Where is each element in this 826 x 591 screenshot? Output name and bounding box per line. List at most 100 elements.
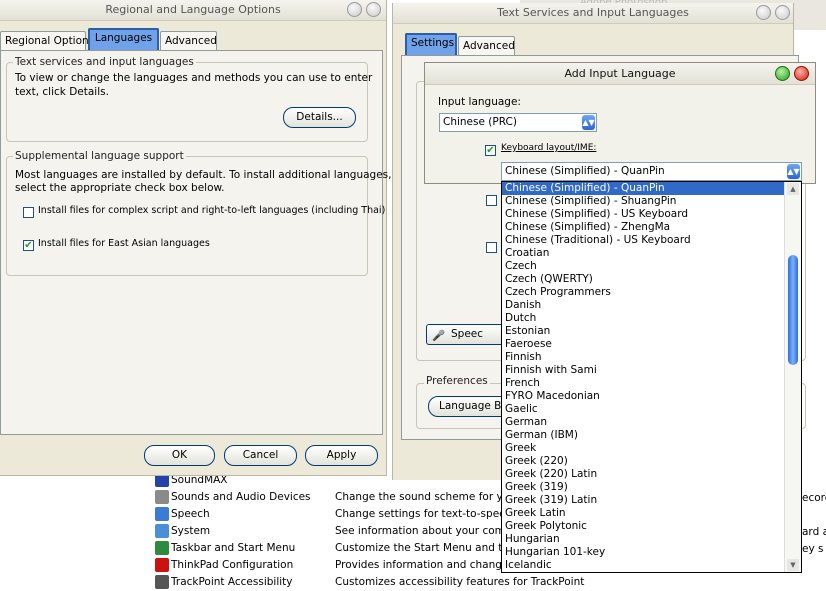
- thinkpad-icon: [155, 558, 169, 572]
- dropdown-option[interactable]: Greek (319): [502, 481, 785, 494]
- dropdown-option[interactable]: German (IBM): [502, 429, 785, 442]
- dropdown-option[interactable]: Greek Latin: [502, 507, 785, 520]
- control-panel-item-description: Change settings for text-to-speech: [335, 508, 519, 520]
- cp-fragment-3: ey s: [802, 543, 824, 555]
- dropdown-option[interactable]: Chinese (Simplified) - ShuangPin: [502, 195, 785, 208]
- preferences-label: Preferences: [424, 375, 490, 387]
- tab-regional-options[interactable]: Regional Options: [0, 31, 94, 51]
- control-panel-item-description: Customizes accessibility features for Tr…: [335, 576, 585, 588]
- ok-button[interactable]: OK: [144, 445, 215, 466]
- dropdown-option[interactable]: Greek (319) Latin: [502, 494, 785, 507]
- dropdown-option[interactable]: Faeroese: [502, 338, 785, 351]
- keyboard-layout-arrow-icon[interactable]: ▲▼: [787, 164, 800, 179]
- tab-languages[interactable]: Languages: [88, 28, 159, 52]
- cp-fragment-1: ecordi: [802, 492, 826, 504]
- system-icon: [155, 524, 169, 538]
- dropdown-option[interactable]: Hungarian 101-key: [502, 546, 785, 559]
- ts-close-button[interactable]: [775, 5, 790, 20]
- input-language-label: Input language:: [438, 96, 521, 108]
- taskbar-icon: [155, 541, 169, 555]
- scroll-down-arrow-icon[interactable]: ▼: [787, 559, 799, 571]
- ts-checkbox-2[interactable]: [486, 242, 497, 253]
- dropdown-option[interactable]: Estonian: [502, 325, 785, 338]
- dropdown-option[interactable]: Finnish: [502, 351, 785, 364]
- supplemental-desc-1: Most languages are installed by default.…: [15, 169, 392, 181]
- maximize-button[interactable]: [775, 66, 790, 81]
- ts-minimize-button[interactable]: [756, 5, 771, 20]
- control-panel-item-name: TrackPoint Accessibility: [171, 576, 293, 588]
- add-input-language-dialog: Add Input Language Input language: Chine…: [424, 62, 816, 184]
- text-services-desc-2: text, click Details.: [15, 86, 109, 98]
- dropdown-option[interactable]: Chinese (Simplified) - ZhengMa: [502, 221, 785, 234]
- dropdown-option[interactable]: Czech: [502, 260, 785, 273]
- dropdown-option[interactable]: Greek (220) Latin: [502, 468, 785, 481]
- control-panel-item-name: Sounds and Audio Devices: [171, 491, 311, 503]
- dropdown-option[interactable]: Greek: [502, 442, 785, 455]
- scroll-thumb[interactable]: [788, 255, 798, 365]
- dropdown-option[interactable]: Croatian: [502, 247, 785, 260]
- dropdown-items: Chinese (Simplified) - QuanPin Chinese (S…: [502, 182, 785, 572]
- regional-titlebar[interactable]: Regional and Language Options: [0, 0, 386, 21]
- details-button[interactable]: Details...: [283, 107, 356, 128]
- supplemental-label: Supplemental language support: [13, 150, 186, 162]
- dropdown-option[interactable]: Finnish with Sami: [502, 364, 785, 377]
- input-language-value: Chinese (PRC): [443, 116, 517, 128]
- text-services-title: Text Services and Input Languages: [497, 6, 689, 19]
- dropdown-option[interactable]: Chinese (Simplified) - US Keyboard: [502, 208, 785, 221]
- regional-language-window: Regional and Language Options Regional O…: [0, 0, 391, 476]
- control-panel-item-description: Change the sound scheme for you: [335, 491, 516, 503]
- add-input-title: Add Input Language: [564, 67, 676, 80]
- complex-script-checkbox[interactable]: [23, 207, 34, 218]
- microphone-icon: 🎤: [432, 330, 446, 342]
- dropdown-option[interactable]: Hungarian: [502, 533, 785, 546]
- control-panel-item-name: ThinkPad Configuration: [171, 559, 294, 571]
- input-language-arrow-icon[interactable]: ▲▼: [582, 115, 595, 130]
- control-panel-item-description: See information about your compu: [335, 525, 519, 537]
- tab-settings[interactable]: Settings: [405, 33, 457, 57]
- regional-title: Regional and Language Options: [105, 3, 281, 16]
- dropdown-option[interactable]: Danish: [502, 299, 785, 312]
- minimize-button[interactable]: [347, 2, 362, 17]
- control-panel-item-description: Customize the Start Menu and the: [335, 542, 516, 554]
- keyboard-layout-checkbox[interactable]: ✔: [485, 145, 496, 156]
- close-button[interactable]: [366, 2, 381, 17]
- tab-advanced[interactable]: Advanced: [160, 31, 217, 51]
- east-asian-label[interactable]: Install files for East Asian languages: [38, 238, 210, 249]
- add-input-close-button[interactable]: [794, 66, 809, 81]
- dropdown-option[interactable]: Icelandic: [502, 559, 785, 572]
- tab-ts-advanced[interactable]: Advanced: [458, 36, 515, 56]
- complex-script-label[interactable]: Install files for complex script and rig…: [38, 205, 385, 216]
- dropdown-option[interactable]: German: [502, 416, 785, 429]
- dropdown-scrollbar[interactable]: ▲ ▼: [784, 182, 801, 572]
- trackpoint-icon: [155, 575, 169, 589]
- dropdown-option[interactable]: Greek Polytonic: [502, 520, 785, 533]
- dropdown-option[interactable]: Greek (220): [502, 455, 785, 468]
- text-services-desc-1: To view or change the languages and meth…: [15, 72, 373, 84]
- dropdown-option[interactable]: Chinese (Traditional) - US Keyboard: [502, 234, 785, 247]
- control-panel-item-name: Speech: [171, 508, 210, 520]
- east-asian-checkbox[interactable]: ✔: [23, 240, 34, 251]
- dropdown-option[interactable]: FYRO Macedonian: [502, 390, 785, 403]
- speech-icon: [155, 507, 169, 521]
- apply-button[interactable]: Apply: [305, 445, 378, 466]
- dropdown-option[interactable]: Czech Programmers: [502, 286, 785, 299]
- cancel-button[interactable]: Cancel: [224, 445, 297, 466]
- keyboard-layout-label[interactable]: Keyboard layout/IME:: [501, 143, 596, 153]
- ts-checkbox-1[interactable]: [486, 195, 497, 206]
- control-panel-item-description: Provides information and changes: [335, 559, 514, 571]
- control-panel-item-name: Taskbar and Start Menu: [171, 542, 296, 554]
- text-services-titlebar[interactable]: Text Services and Input Languages: [393, 3, 793, 24]
- cp-fragment-2: ard ac: [802, 526, 826, 538]
- add-input-titlebar[interactable]: Add Input Language: [425, 63, 815, 85]
- dropdown-option[interactable]: Dutch: [502, 312, 785, 325]
- dropdown-option[interactable]: French: [502, 377, 785, 390]
- dropdown-option[interactable]: Czech (QWERTY): [502, 273, 785, 286]
- keyboard-layout-select[interactable]: Chinese (Simplified) - QuanPin ▲▼: [501, 162, 802, 181]
- scroll-up-arrow-icon[interactable]: ▲: [787, 183, 799, 195]
- dropdown-option[interactable]: Chinese (Simplified) - QuanPin: [502, 182, 785, 195]
- input-language-select[interactable]: Chinese (PRC) ▲▼: [439, 113, 597, 132]
- languages-pane: Text services and input languages To vie…: [0, 50, 391, 435]
- keyboard-layout-dropdown: Chinese (Simplified) - QuanPin Chinese (S…: [501, 181, 802, 573]
- dropdown-option[interactable]: Gaelic: [502, 403, 785, 416]
- speaker-icon: [155, 490, 169, 504]
